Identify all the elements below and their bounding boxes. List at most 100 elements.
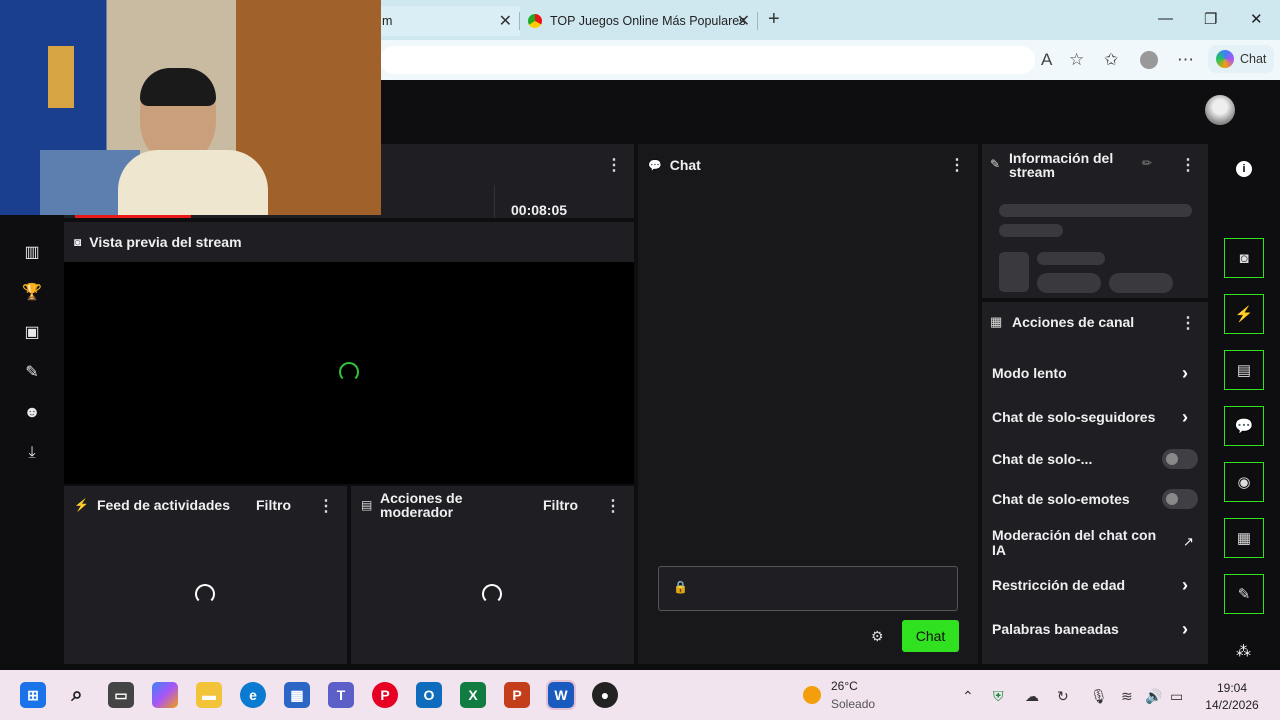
action-ai-moderation[interactable]: Moderación del chat con IA [992, 528, 1162, 558]
browser-tab-dashboard[interactable]: m ✕ [380, 6, 520, 36]
windows-taskbar [0, 670, 1280, 720]
community-icon[interactable]: ☻ [22, 403, 42, 423]
action-age-restriction[interactable]: Restricción de edad [992, 578, 1162, 593]
start-icon[interactable]: ⊞ [20, 682, 46, 708]
close-tab-icon[interactable]: ✕ [499, 11, 512, 31]
skeleton-line [999, 204, 1192, 217]
broadcast-toggle-icon[interactable]: ◉ [1224, 462, 1264, 502]
read-aloud-icon[interactable]: A [1041, 50, 1052, 70]
channel-actions-toggle-icon[interactable]: ▦ [1224, 518, 1264, 558]
user-avatar[interactable] [1205, 95, 1235, 125]
activity-feed-title: Feed de actividades [96, 497, 231, 513]
defender-icon[interactable]: ⛨ [993, 688, 1004, 705]
chat-toggle-icon[interactable]: 💬 [1224, 406, 1264, 446]
feed-filter-button[interactable]: Filtro [256, 497, 291, 513]
external-link-icon[interactable]: ↗ [1183, 534, 1194, 550]
add-widget-icon[interactable]: ⁂ [1236, 642, 1251, 660]
copilot-app-icon[interactable] [152, 682, 178, 708]
search-icon[interactable]: ⌕ [64, 682, 90, 708]
skeleton-line [999, 224, 1063, 237]
chat-settings-icon[interactable]: ⚙ [871, 628, 884, 645]
wrench-icon[interactable]: ✎ [22, 363, 42, 383]
powerpoint-icon[interactable]: P [504, 682, 530, 708]
tab-title: TOP Juegos Online Más Populares [550, 14, 746, 28]
close-tab-icon[interactable]: ✕ [737, 11, 750, 31]
lightning-toggle-icon[interactable]: ⚡ [1224, 294, 1264, 334]
skeleton-tag [1109, 273, 1173, 293]
sync-icon[interactable]: ↻ [1057, 688, 1069, 705]
document-toggle-icon[interactable]: ▤ [1224, 350, 1264, 390]
skeleton-line [1037, 252, 1105, 265]
copilot-icon [1216, 50, 1234, 68]
channel-actions-title: Acciones de canal [1012, 314, 1135, 330]
favicon-icon [528, 14, 542, 28]
copilot-chat-button[interactable]: Chat [1208, 45, 1275, 73]
chevron-right-icon[interactable]: › [1182, 575, 1188, 596]
teams-icon[interactable]: T [328, 682, 354, 708]
minimize-icon[interactable]: — [1158, 10, 1173, 27]
wifi-icon[interactable]: ≋ [1121, 688, 1133, 705]
address-bar[interactable] [380, 46, 1035, 74]
emotes-only-toggle[interactable] [1162, 489, 1198, 509]
preview-toggle-icon[interactable]: ◙ [1224, 238, 1264, 278]
cloud-icon[interactable]: ☁ [1025, 688, 1039, 705]
battery-icon[interactable]: ▭ [1170, 688, 1183, 705]
restore-icon[interactable]: ❐ [1204, 10, 1217, 28]
microphone-icon[interactable]: 🎙 [1090, 688, 1108, 705]
chat-bubble-icon: 💬 [648, 159, 662, 172]
task-view-icon[interactable]: ▭ [108, 682, 134, 708]
info-more-icon[interactable]: ⋮ [1180, 155, 1196, 175]
chat-more-icon[interactable]: ⋮ [949, 155, 965, 175]
store-icon[interactable]: ▦ [284, 682, 310, 708]
chat-send-button[interactable]: Chat [902, 620, 959, 652]
volume-icon[interactable]: 🔊 [1145, 688, 1162, 705]
actions-more-icon[interactable]: ⋮ [1180, 313, 1196, 333]
temperature[interactable]: 26°C [831, 679, 858, 693]
video-icon[interactable]: ▣ [22, 323, 42, 343]
favorite-star-icon[interactable]: ☆ [1069, 50, 1084, 70]
chevron-right-icon[interactable]: › [1182, 407, 1188, 428]
outlook-icon[interactable]: O [416, 682, 442, 708]
streamer-hair [140, 68, 216, 106]
feed-more-icon[interactable]: ⋮ [318, 496, 334, 516]
tab-divider [757, 12, 758, 30]
trophy-icon[interactable]: 🏆 [22, 283, 42, 303]
tab-title: m [382, 14, 393, 28]
word-icon[interactable]: W [546, 680, 576, 710]
action-slow-mode[interactable]: Modo lento [992, 366, 1162, 381]
mod-more-icon[interactable]: ⋮ [605, 496, 621, 516]
new-tab-icon[interactable]: + [768, 8, 780, 31]
wrench-toggle-icon[interactable]: ✎ [1224, 574, 1264, 614]
clock-date[interactable]: 14/2/2026 [1198, 698, 1266, 712]
analytics-icon[interactable]: ▥ [22, 243, 42, 263]
preview-header: ◙ Vista previa del stream [64, 222, 634, 262]
loading-spinner [339, 362, 359, 382]
activity-feed-panel: ⚡ Feed de actividades Filtro ⋮ [64, 486, 347, 664]
file-explorer-icon[interactable]: ▬ [196, 682, 222, 708]
chevron-right-icon[interactable]: › [1182, 363, 1188, 384]
action-emotes-only: Chat de solo-emotes [992, 491, 1130, 507]
download-icon[interactable]: ⤓ [22, 443, 42, 463]
weather-status[interactable]: Soleado [831, 697, 875, 711]
browser-tab-games[interactable]: TOP Juegos Online Más Populares ✕ [520, 6, 758, 36]
info-icon[interactable]: i [1236, 161, 1252, 177]
more-menu-icon[interactable]: ⋯ [1177, 50, 1194, 70]
clock-time[interactable]: 19:04 [1204, 681, 1260, 695]
chat-input[interactable]: 🔒 [658, 566, 958, 611]
subs-only-toggle[interactable] [1162, 449, 1198, 469]
chevron-up-icon[interactable]: ⌃ [962, 688, 974, 705]
edit-icon[interactable]: ✏ [1142, 156, 1152, 170]
chevron-right-icon[interactable]: › [1182, 619, 1188, 640]
excel-icon[interactable]: X [460, 682, 486, 708]
action-followers-only[interactable]: Chat de solo-seguidores [992, 410, 1162, 425]
session-more-icon[interactable]: ⋮ [606, 155, 622, 175]
profile-icon[interactable] [1140, 51, 1158, 69]
streamer-shirt [118, 150, 268, 215]
edge-icon[interactable]: e [240, 682, 266, 708]
favorites-icon[interactable]: ✩ [1104, 50, 1118, 70]
mod-filter-button[interactable]: Filtro [543, 497, 578, 513]
obs-icon[interactable]: ● [592, 682, 618, 708]
action-banned-words[interactable]: Palabras baneadas [992, 622, 1162, 637]
pinterest-icon[interactable]: P [372, 682, 398, 708]
close-window-icon[interactable]: ✕ [1250, 10, 1263, 28]
